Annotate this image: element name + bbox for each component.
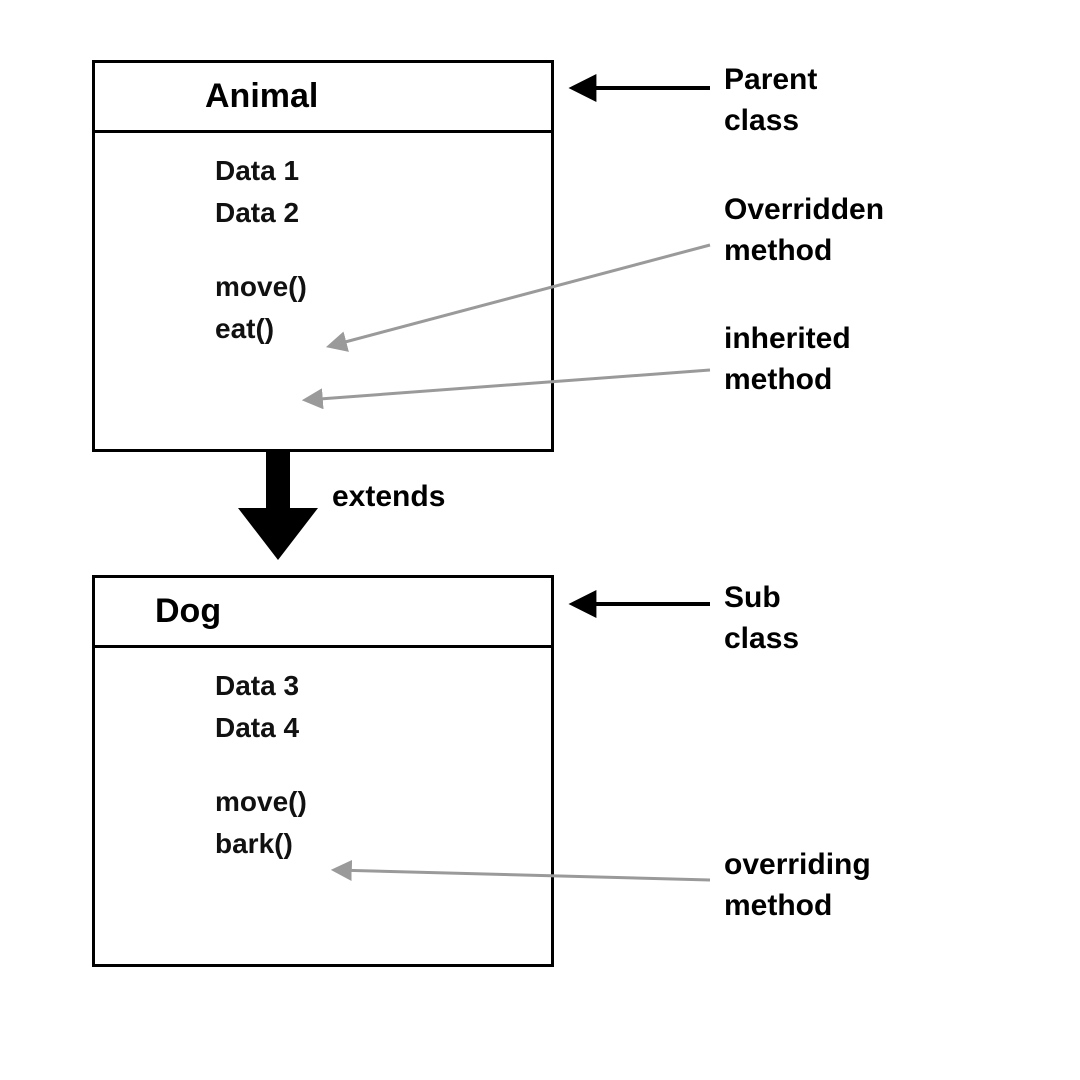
parent-class-label-line1: Parent	[724, 63, 817, 96]
parent-data-2: Data 2	[215, 197, 551, 229]
parent-class-label-line2: class	[724, 104, 799, 137]
inherited-method-label-line2: method	[724, 363, 832, 396]
child-class-body: Data 3 Data 4 move() bark()	[95, 648, 551, 882]
overridden-method-label-line1: Overridden	[724, 193, 884, 226]
parent-method-move: move()	[215, 271, 551, 303]
inherited-method-label-line1: inherited	[724, 322, 851, 355]
parent-method-eat: eat()	[215, 313, 551, 345]
spacer	[215, 754, 551, 776]
overriding-method-label-line2: method	[724, 889, 832, 922]
child-class-box: Dog Data 3 Data 4 move() bark()	[92, 575, 554, 967]
child-method-bark: bark()	[215, 828, 551, 860]
parent-class-title: Animal	[95, 63, 551, 133]
diagram-canvas: Animal Data 1 Data 2 move() eat() Dog Da…	[0, 0, 1080, 1080]
extends-arrow-icon	[238, 452, 318, 560]
overridden-method-label-line2: method	[724, 234, 832, 267]
sub-class-label-line2: class	[724, 622, 799, 655]
parent-class-body: Data 1 Data 2 move() eat()	[95, 133, 551, 367]
parent-class-box: Animal Data 1 Data 2 move() eat()	[92, 60, 554, 452]
inherited-method-label: inherited method	[724, 319, 851, 400]
child-class-title: Dog	[95, 578, 551, 648]
child-data-2: Data 4	[215, 712, 551, 744]
spacer	[215, 239, 551, 261]
child-method-move: move()	[215, 786, 551, 818]
parent-data-1: Data 1	[215, 155, 551, 187]
parent-class-label: Parent class	[724, 60, 817, 141]
overriding-method-label: overriding method	[724, 845, 871, 926]
child-data-1: Data 3	[215, 670, 551, 702]
overriding-method-label-line1: overriding	[724, 848, 871, 881]
sub-class-label-line1: Sub	[724, 581, 781, 614]
sub-class-label: Sub class	[724, 578, 799, 659]
overridden-method-label: Overridden method	[724, 190, 884, 271]
extends-label: extends	[332, 480, 445, 514]
